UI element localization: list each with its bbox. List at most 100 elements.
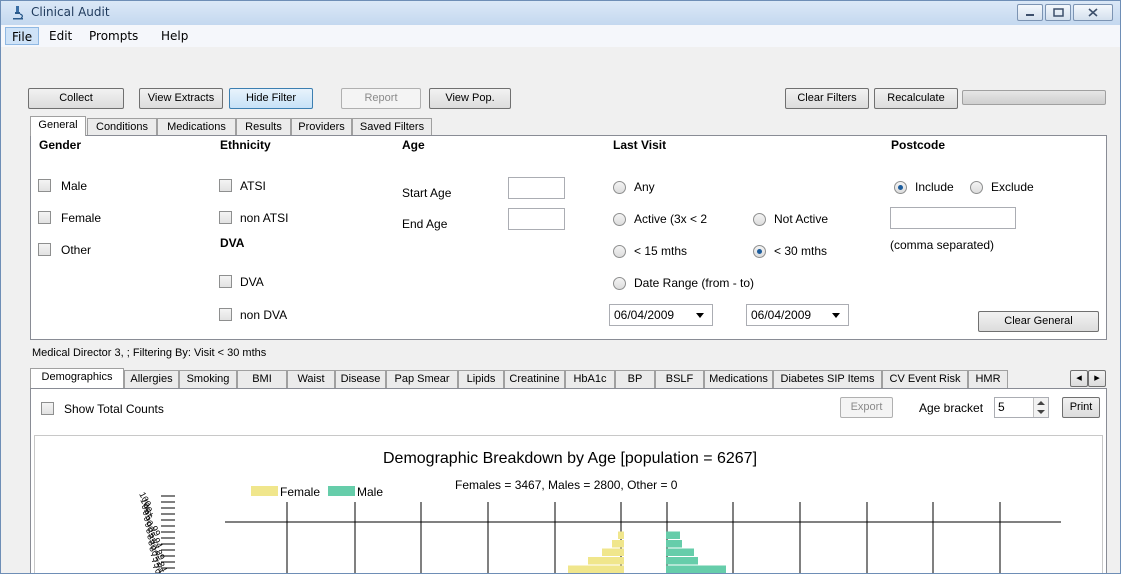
bar-female-1 xyxy=(618,531,624,539)
bar-female-5 xyxy=(568,565,624,573)
hide-filter-button[interactable]: Hide Filter xyxy=(229,88,313,109)
other-label: Other xyxy=(61,243,92,257)
report-tab-creatinine[interactable]: Creatinine xyxy=(504,370,565,388)
lt30-radio[interactable] xyxy=(753,245,766,258)
spinner-arrows[interactable] xyxy=(1033,398,1048,417)
last-visit-heading: Last Visit xyxy=(613,138,667,152)
end-age-label: End Age xyxy=(402,217,448,231)
non-atsi-label: non ATSI xyxy=(240,211,289,225)
report-tab-demographics[interactable]: Demographics xyxy=(30,368,124,388)
active-radio[interactable] xyxy=(613,213,626,226)
lt15-radio[interactable] xyxy=(613,245,626,258)
report-tab-cv-event-risk[interactable]: CV Event Risk xyxy=(882,370,968,388)
legend-female-swatch xyxy=(251,486,278,496)
any-label: Any xyxy=(634,180,655,194)
clear-filters-button[interactable]: Clear Filters xyxy=(785,88,869,109)
collect-button[interactable]: Collect xyxy=(28,88,124,109)
tab-providers[interactable]: Providers xyxy=(291,118,352,136)
male-label: Male xyxy=(61,179,88,193)
export-button[interactable]: Export xyxy=(840,397,893,418)
female-checkbox[interactable] xyxy=(38,211,51,224)
report-tab-pap-smear[interactable]: Pap Smear xyxy=(386,370,458,388)
report-tab-allergies[interactable]: Allergies xyxy=(124,370,179,388)
male-checkbox[interactable] xyxy=(38,179,51,192)
report-tab-waist[interactable]: Waist xyxy=(287,370,335,388)
exclude-radio[interactable] xyxy=(970,181,983,194)
report-tab-hba1c[interactable]: HbA1c xyxy=(565,370,615,388)
report-tab-bslf[interactable]: BSLF xyxy=(655,370,704,388)
active-label: Active (3x < 2 xyxy=(634,212,708,226)
report-tab-bmi[interactable]: BMI xyxy=(237,370,287,388)
chart-svg: Demographic Breakdown by Age [population… xyxy=(137,450,1061,573)
any-radio[interactable] xyxy=(613,181,626,194)
atsi-checkbox[interactable] xyxy=(219,179,232,192)
report-tab-lipids[interactable]: Lipids xyxy=(458,370,504,388)
app-window: Clinical Audit File Edit Prompts Help Co… xyxy=(0,0,1121,574)
date-range-radio[interactable] xyxy=(613,277,626,290)
bar-female-4 xyxy=(588,557,624,565)
report-tab-bp[interactable]: BP xyxy=(615,370,655,388)
bar-male-2 xyxy=(666,540,682,548)
non-dva-checkbox[interactable] xyxy=(219,308,232,321)
minimize-icon xyxy=(1026,14,1034,16)
start-age-label: Start Age xyxy=(402,186,452,200)
female-label: Female xyxy=(61,211,102,225)
exclude-label: Exclude xyxy=(991,180,1034,194)
other-checkbox[interactable] xyxy=(38,243,51,256)
non-dva-label: non DVA xyxy=(240,308,288,322)
report-tab-medications[interactable]: Medications xyxy=(704,370,773,388)
age-bracket-value: 5 xyxy=(998,400,1005,414)
filter-status-line: Medical Director 3, ; Filtering By: Visi… xyxy=(32,347,267,359)
age-bracket-spinner[interactable]: 5 xyxy=(994,397,1049,418)
chevron-down-icon xyxy=(696,313,704,318)
postcode-input[interactable] xyxy=(890,207,1016,229)
not-active-radio[interactable] xyxy=(753,213,766,226)
to-date-picker[interactable]: 06/04/2009 xyxy=(746,304,849,326)
chevron-left-icon: ◂ xyxy=(1076,372,1082,384)
tab-scroll-right-button[interactable]: ▸ xyxy=(1088,370,1106,387)
menu-edit[interactable]: Edit xyxy=(43,27,78,45)
dva-checkbox[interactable] xyxy=(219,275,232,288)
include-label: Include xyxy=(915,180,954,194)
chevron-right-icon: ▸ xyxy=(1094,372,1100,384)
bar-female-2 xyxy=(612,540,624,548)
close-button[interactable] xyxy=(1073,4,1113,21)
chevron-down-icon xyxy=(832,313,840,318)
menu-file[interactable]: File xyxy=(5,27,40,45)
view-extracts-button[interactable]: View Extracts xyxy=(139,88,223,109)
clear-general-button[interactable]: Clear General xyxy=(978,311,1099,332)
tab-results[interactable]: Results xyxy=(236,118,291,136)
lt15-label: < 15 mths xyxy=(634,244,688,258)
minimize-button[interactable] xyxy=(1017,4,1043,21)
maximize-icon xyxy=(1053,8,1064,17)
tab-medications[interactable]: Medications xyxy=(157,118,236,136)
start-age-input[interactable] xyxy=(508,177,565,199)
legend-male-label: Male xyxy=(357,485,383,499)
bar-female-3 xyxy=(602,548,624,556)
non-atsi-checkbox[interactable] xyxy=(219,211,232,224)
tab-general[interactable]: General xyxy=(30,116,86,136)
report-tab-hmr[interactable]: HMR xyxy=(968,370,1008,388)
report-tab-disease[interactable]: Disease xyxy=(335,370,386,388)
menu-help[interactable]: Help xyxy=(155,27,194,45)
tab-scroll-left-button[interactable]: ◂ xyxy=(1070,370,1088,387)
report-button[interactable]: Report xyxy=(341,88,421,109)
from-date-picker[interactable]: 06/04/2009 xyxy=(609,304,713,326)
end-age-input[interactable] xyxy=(508,208,565,230)
show-total-counts-checkbox[interactable] xyxy=(41,402,54,415)
to-date-value: 06/04/2009 xyxy=(751,308,812,322)
tab-saved-filters[interactable]: Saved Filters xyxy=(352,118,432,136)
report-tab-smoking[interactable]: Smoking xyxy=(179,370,237,388)
recalculate-button[interactable]: Recalculate xyxy=(874,88,958,109)
progress-bar xyxy=(962,90,1106,105)
tab-conditions[interactable]: Conditions xyxy=(87,118,157,136)
lt30-label: < 30 mths xyxy=(774,244,828,258)
bar-male-4 xyxy=(666,557,698,565)
print-button[interactable]: Print xyxy=(1062,397,1100,418)
view-pop-button[interactable]: View Pop. xyxy=(429,88,511,109)
report-tab-diabetes-sip-items[interactable]: Diabetes SIP Items xyxy=(773,370,882,388)
menu-prompts[interactable]: Prompts xyxy=(83,27,144,45)
chart-subtitle: Females = 3467, Males = 2800, Other = 0 xyxy=(455,478,678,492)
include-radio[interactable] xyxy=(894,181,907,194)
maximize-button[interactable] xyxy=(1045,4,1071,21)
